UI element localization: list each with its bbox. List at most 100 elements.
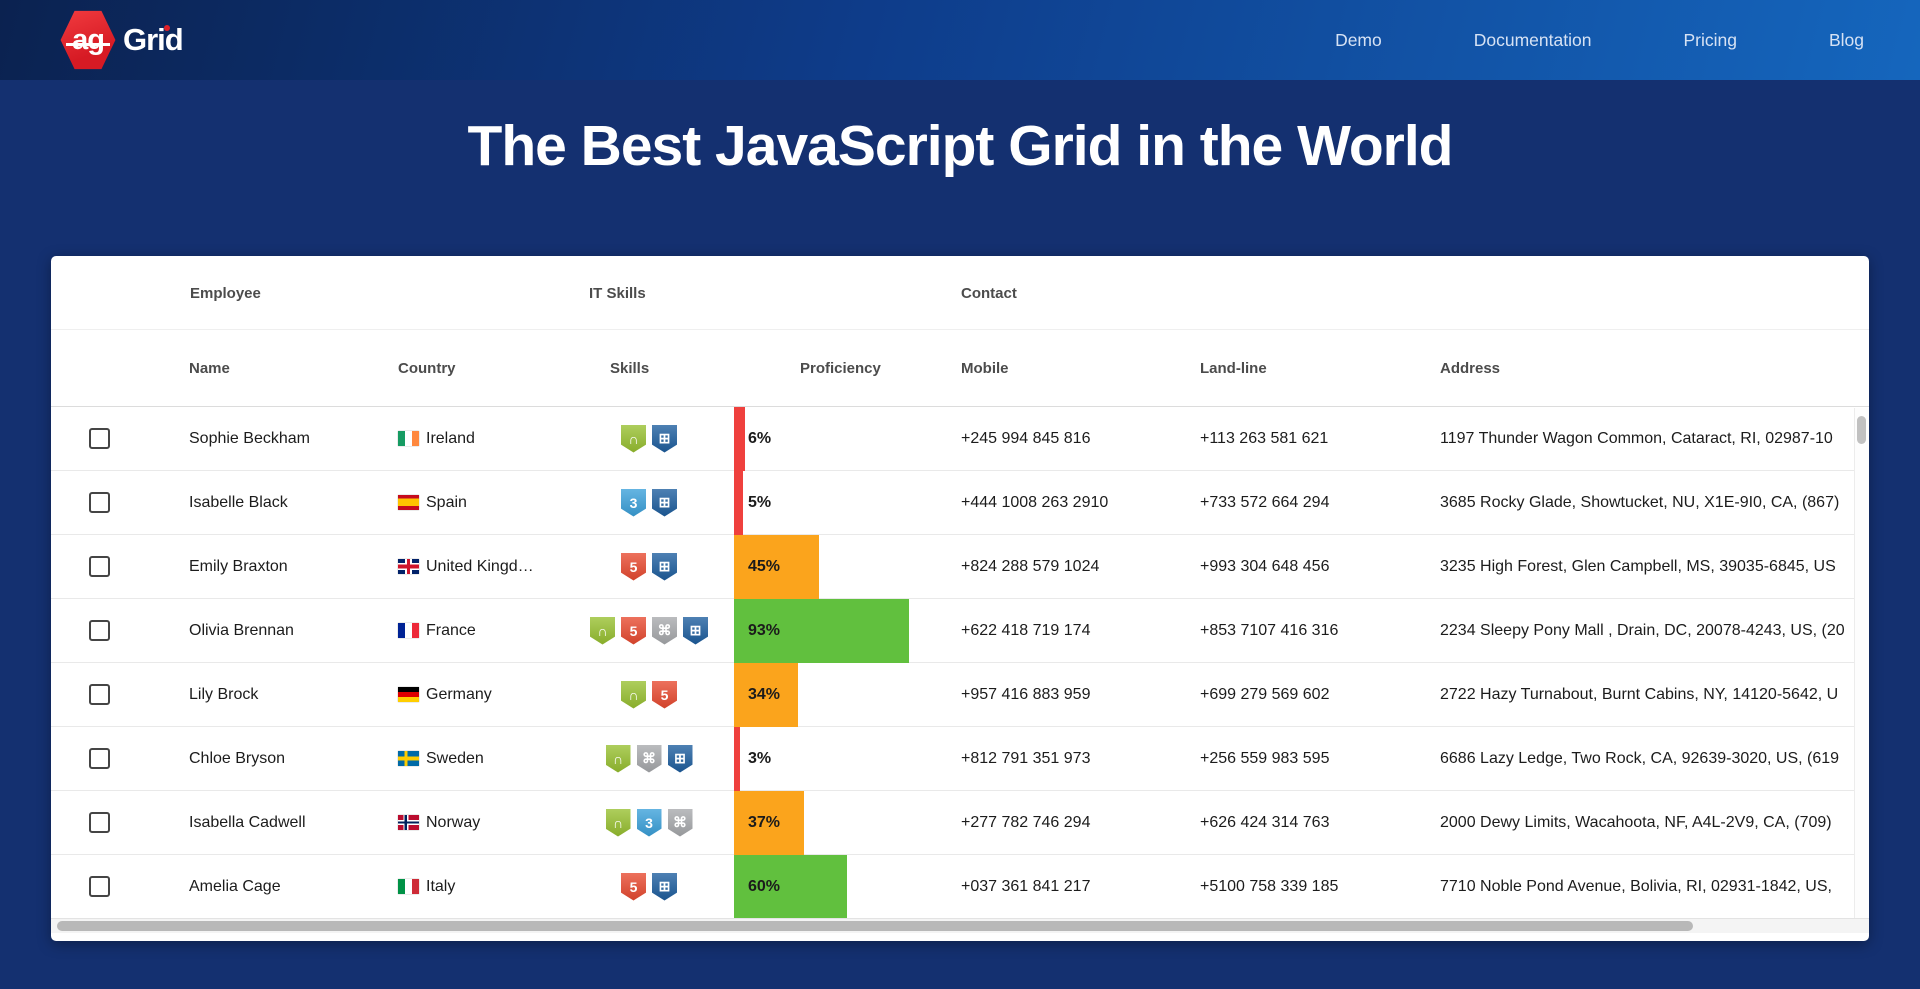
name-cell[interactable]: Chloe Bryson: [171, 750, 380, 768]
mobile-cell[interactable]: +277 782 746 294: [943, 814, 1182, 832]
address-cell[interactable]: 2234 Sleepy Pony Mall , Drain, DC, 20078…: [1420, 622, 1869, 640]
column-header-landline[interactable]: Land-line: [1182, 360, 1420, 377]
proficiency-cell[interactable]: 45%: [722, 535, 943, 599]
vertical-scrollbar-thumb[interactable]: [1857, 416, 1866, 444]
nav-item-blog[interactable]: Blog: [1829, 30, 1864, 51]
mobile-cell[interactable]: +622 418 719 174: [943, 622, 1182, 640]
address-cell[interactable]: 2722 Hazy Turnabout, Burnt Cabins, NY, 1…: [1420, 686, 1869, 704]
nav-item-documentation[interactable]: Documentation: [1474, 30, 1592, 51]
landline-cell[interactable]: +113 263 581 621: [1182, 430, 1420, 448]
proficiency-cell[interactable]: 37%: [722, 791, 943, 855]
address-cell[interactable]: 3235 High Forest, Glen Campbell, MS, 390…: [1420, 558, 1869, 576]
horizontal-scrollbar-thumb[interactable]: [57, 921, 1693, 931]
group-header-contact[interactable]: Contact: [961, 256, 1017, 330]
column-header-proficiency[interactable]: Proficiency: [722, 360, 943, 377]
mobile-cell[interactable]: +444 1008 263 2910: [943, 494, 1182, 512]
logo-grid-text: Grid: [123, 22, 183, 58]
column-header-name[interactable]: Name: [171, 360, 380, 377]
landline-cell[interactable]: +853 7107 416 316: [1182, 622, 1420, 640]
column-header-skills[interactable]: Skills: [576, 360, 722, 377]
skills-cell[interactable]: 5⊞: [576, 873, 722, 901]
skills-cell[interactable]: ∩5: [576, 681, 722, 709]
skills-cell[interactable]: ∩3⌘: [576, 809, 722, 837]
css-icon: 3: [621, 489, 646, 517]
column-header-country[interactable]: Country: [380, 360, 576, 377]
proficiency-value: 3%: [748, 727, 771, 791]
nav-item-demo[interactable]: Demo: [1335, 30, 1382, 51]
landline-cell[interactable]: +5100 758 339 185: [1182, 878, 1420, 896]
horizontal-scrollbar[interactable]: [51, 918, 1869, 933]
address-cell[interactable]: 6686 Lazy Ledge, Two Rock, CA, 92639-302…: [1420, 750, 1869, 768]
address-cell[interactable]: 2000 Dewy Limits, Wacahoota, NF, A4L-2V9…: [1420, 814, 1869, 832]
skills-cell[interactable]: ∩⊞: [576, 425, 722, 453]
mobile-cell[interactable]: +812 791 351 973: [943, 750, 1182, 768]
landline-cell[interactable]: +256 559 983 595: [1182, 750, 1420, 768]
name-cell[interactable]: Isabelle Black: [171, 494, 380, 512]
mobile-cell[interactable]: +824 288 579 1024: [943, 558, 1182, 576]
android-icon: ∩: [590, 617, 615, 645]
row-select-checkbox[interactable]: [89, 428, 110, 449]
column-header-address[interactable]: Address: [1420, 360, 1869, 377]
skills-cell[interactable]: 5⊞: [576, 553, 722, 581]
row-select-checkbox[interactable]: [89, 684, 110, 705]
country-flag-icon: [398, 559, 419, 574]
name-cell[interactable]: Amelia Cage: [171, 878, 380, 896]
logo-ag-text: ag: [72, 24, 104, 57]
nav-item-pricing[interactable]: Pricing: [1683, 30, 1737, 51]
landline-cell[interactable]: +733 572 664 294: [1182, 494, 1420, 512]
vertical-scrollbar[interactable]: [1854, 408, 1869, 918]
country-cell[interactable]: Italy: [380, 878, 576, 896]
skills-cell[interactable]: ∩⌘⊞: [576, 745, 722, 773]
address-cell[interactable]: 3685 Rocky Glade, Showtucket, NU, X1E-9I…: [1420, 494, 1869, 512]
row-select-checkbox[interactable]: [89, 748, 110, 769]
table-row: Sophie Beckham Ireland ∩⊞ 6% +245 994 84…: [51, 407, 1869, 471]
country-flag-icon: [398, 751, 419, 766]
html5-icon: 5: [621, 617, 646, 645]
country-flag-icon: [398, 495, 419, 510]
row-select-checkbox[interactable]: [89, 492, 110, 513]
proficiency-value: 60%: [748, 855, 780, 919]
proficiency-cell[interactable]: 5%: [722, 471, 943, 535]
landline-cell[interactable]: +699 279 569 602: [1182, 686, 1420, 704]
proficiency-cell[interactable]: 93%: [722, 599, 943, 663]
landline-cell[interactable]: +993 304 648 456: [1182, 558, 1420, 576]
proficiency-bar: [734, 407, 745, 471]
proficiency-cell[interactable]: 34%: [722, 663, 943, 727]
ag-grid-hexagon-icon: ag: [60, 9, 116, 71]
country-cell[interactable]: France: [380, 622, 576, 640]
name-cell[interactable]: Olivia Brennan: [171, 622, 380, 640]
country-cell[interactable]: Sweden: [380, 750, 576, 768]
checkbox-cell: [51, 620, 171, 641]
country-cell[interactable]: Norway: [380, 814, 576, 832]
group-header-row: Employee IT Skills Contact: [51, 256, 1869, 330]
group-header-employee[interactable]: Employee: [190, 256, 261, 330]
row-select-checkbox[interactable]: [89, 556, 110, 577]
mobile-cell[interactable]: +037 361 841 217: [943, 878, 1182, 896]
checkbox-cell: [51, 812, 171, 833]
mobile-cell[interactable]: +245 994 845 816: [943, 430, 1182, 448]
landline-cell[interactable]: +626 424 314 763: [1182, 814, 1420, 832]
name-cell[interactable]: Isabella Cadwell: [171, 814, 380, 832]
country-label: Italy: [426, 878, 455, 896]
address-cell[interactable]: 7710 Noble Pond Avenue, Bolivia, RI, 029…: [1420, 878, 1869, 896]
row-select-checkbox[interactable]: [89, 620, 110, 641]
name-cell[interactable]: Emily Braxton: [171, 558, 380, 576]
proficiency-cell[interactable]: 3%: [722, 727, 943, 791]
name-cell[interactable]: Sophie Beckham: [171, 430, 380, 448]
skills-cell[interactable]: 3⊞: [576, 489, 722, 517]
row-select-checkbox[interactable]: [89, 876, 110, 897]
group-header-it-skills[interactable]: IT Skills: [589, 256, 646, 330]
address-cell[interactable]: 1197 Thunder Wagon Common, Cataract, RI,…: [1420, 430, 1869, 448]
skills-cell[interactable]: ∩5⌘⊞: [576, 617, 722, 645]
proficiency-cell[interactable]: 60%: [722, 855, 943, 919]
ag-grid-logo[interactable]: ag Grid: [60, 9, 183, 71]
country-cell[interactable]: Germany: [380, 686, 576, 704]
country-cell[interactable]: United Kingd…: [380, 558, 576, 576]
mobile-cell[interactable]: +957 416 883 959: [943, 686, 1182, 704]
country-cell[interactable]: Spain: [380, 494, 576, 512]
column-header-mobile[interactable]: Mobile: [943, 360, 1182, 377]
country-cell[interactable]: Ireland: [380, 430, 576, 448]
proficiency-cell[interactable]: 6%: [722, 407, 943, 471]
row-select-checkbox[interactable]: [89, 812, 110, 833]
name-cell[interactable]: Lily Brock: [171, 686, 380, 704]
